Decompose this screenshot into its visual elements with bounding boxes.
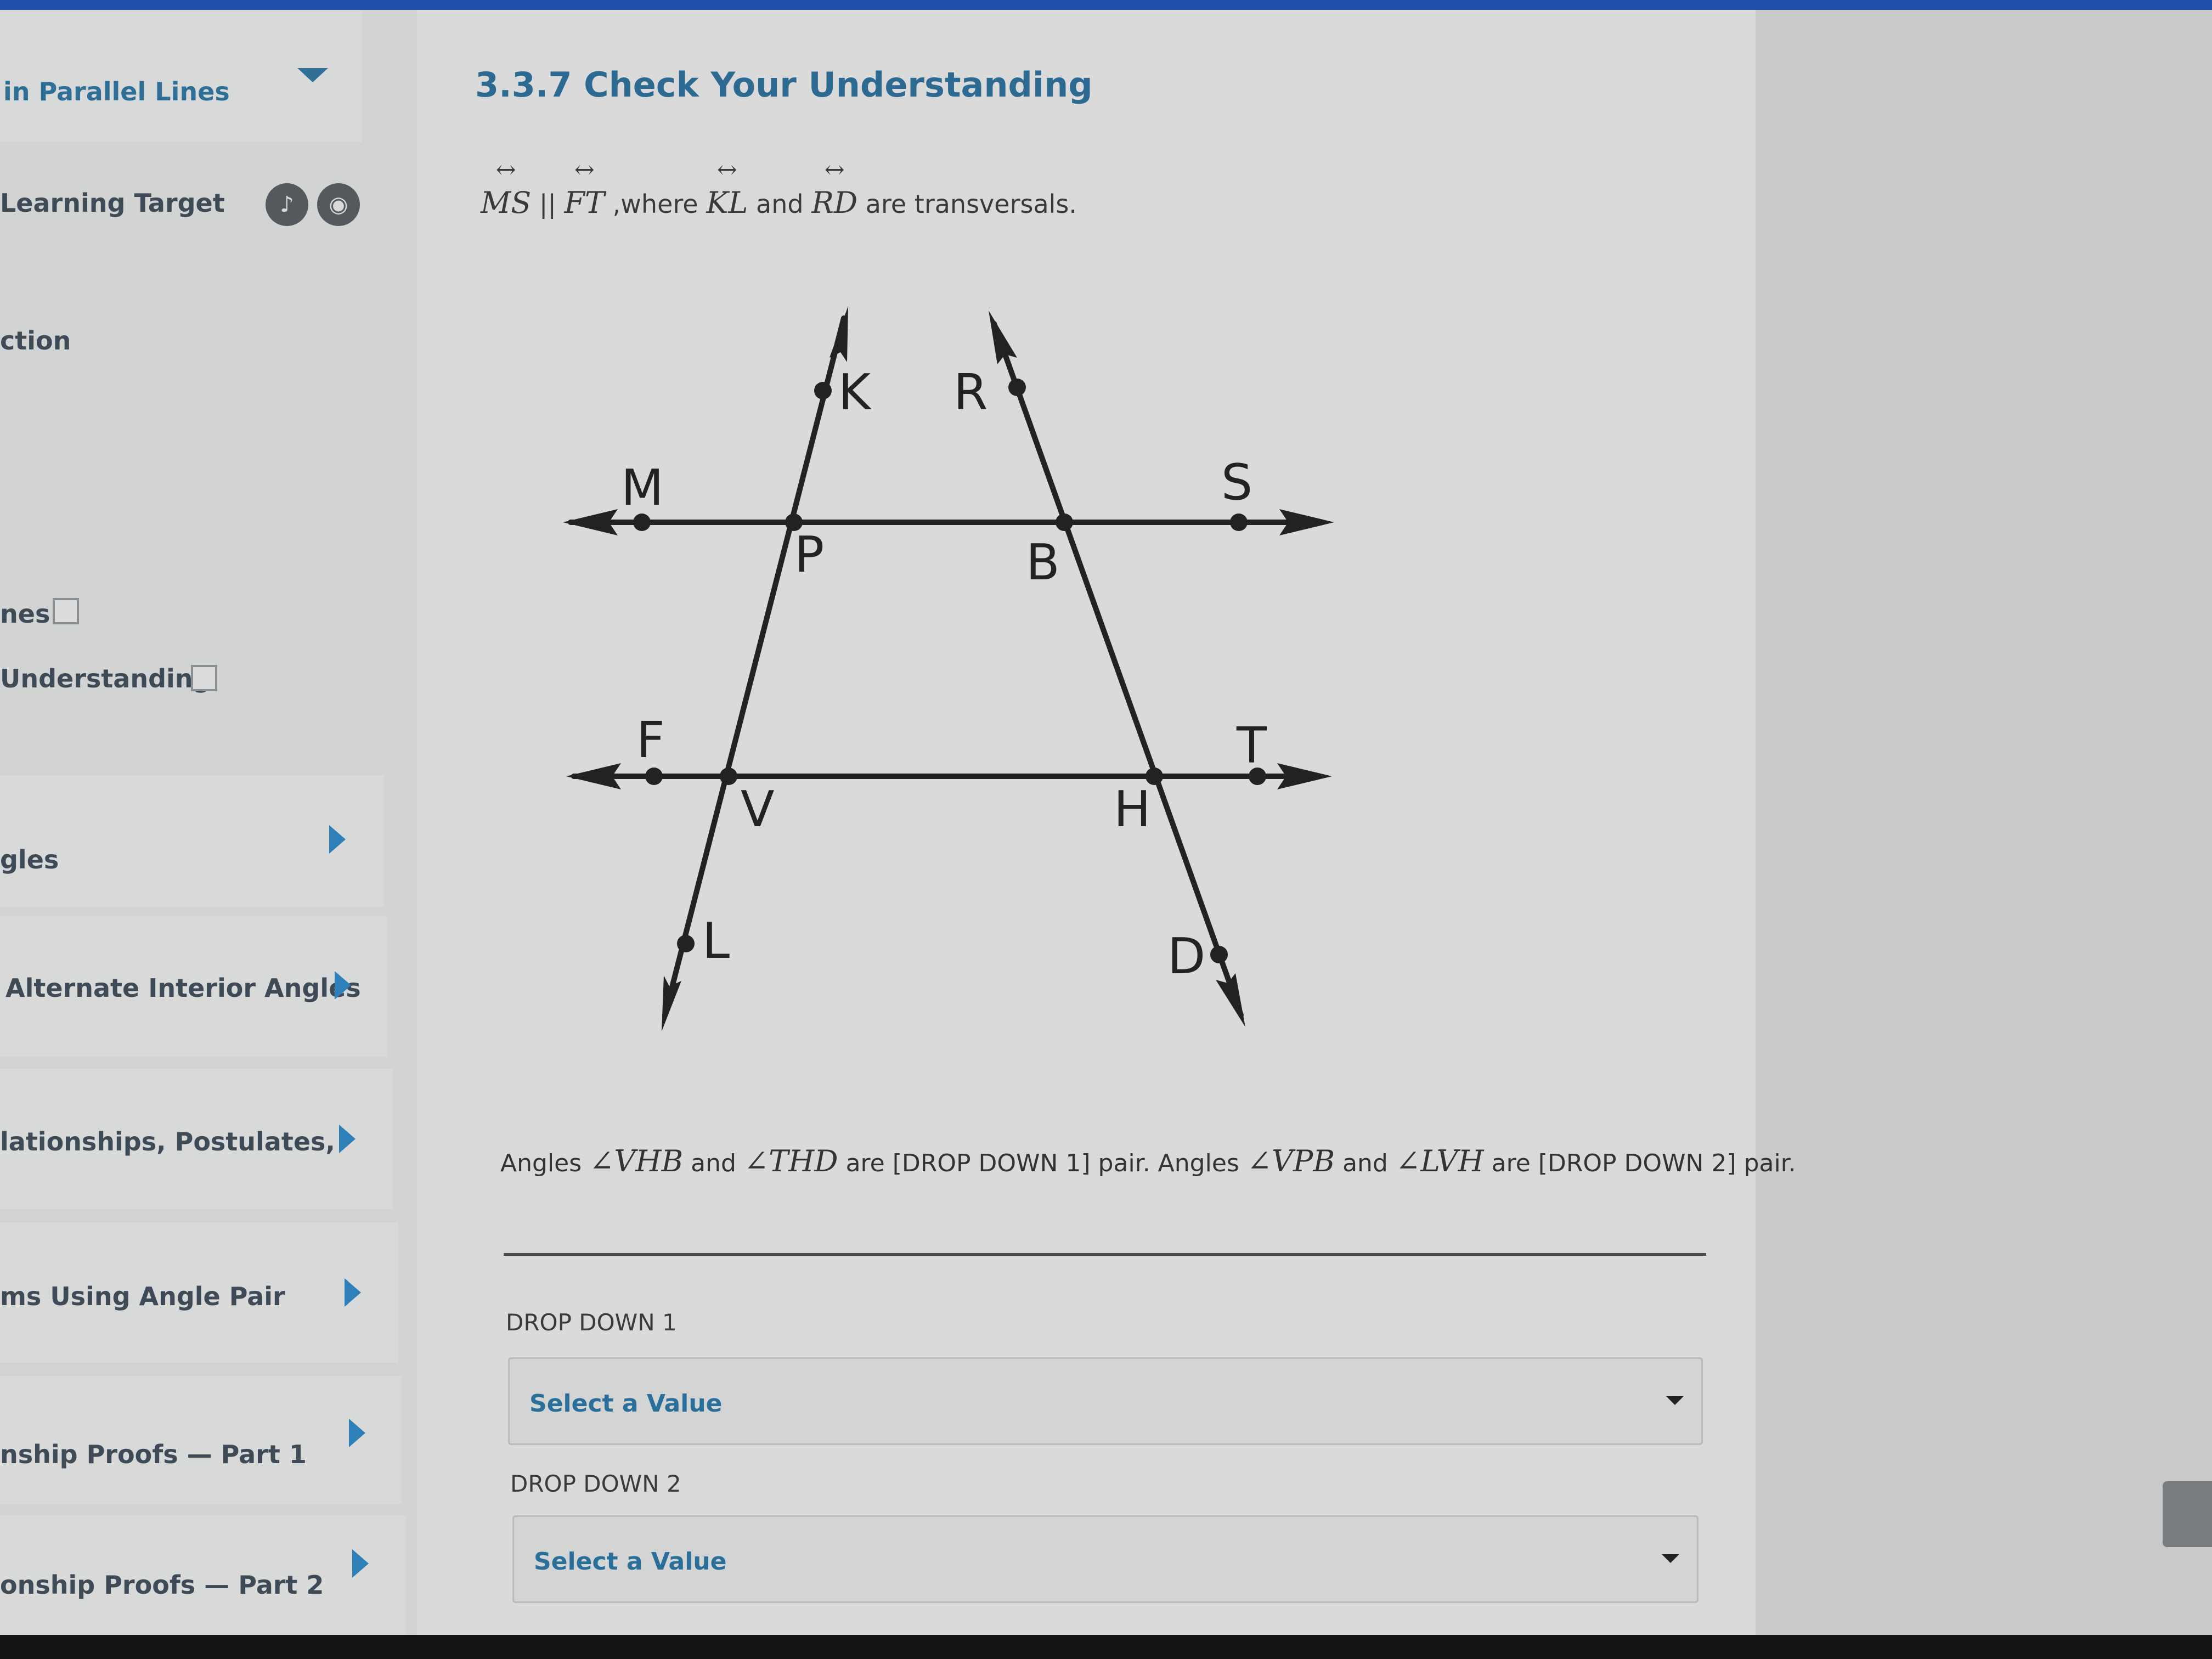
label-p: P — [794, 526, 824, 584]
label-h: H — [1114, 781, 1151, 838]
dropdown2-value: Select a Value — [534, 1548, 727, 1576]
label-r: R — [953, 364, 988, 421]
divider — [504, 1253, 1706, 1256]
dropdown1-label: DROP DOWN 1 — [506, 1309, 677, 1336]
angle-lvh: ∠LVH — [1395, 1144, 1484, 1178]
point-d — [1210, 946, 1228, 963]
caret-down-icon — [1662, 1554, 1679, 1563]
point-b — [1056, 514, 1073, 531]
dropdown2-label: DROP DOWN 2 — [510, 1470, 681, 1497]
label-v: V — [741, 781, 775, 838]
arrowhead-d — [1216, 973, 1245, 1027]
dropdown1-select[interactable]: Select a Value — [508, 1357, 1703, 1445]
question-part: are [DROP DOWN 1] pair. Angles — [838, 1149, 1247, 1177]
question-part: and — [683, 1149, 744, 1177]
label-s: S — [1221, 454, 1252, 511]
label-t: T — [1236, 717, 1267, 775]
question-part: and — [1335, 1149, 1396, 1177]
caret-down-icon — [1666, 1396, 1684, 1405]
question-text: Angles ∠VHB and ∠THD are [DROP DOWN 1] p… — [500, 1144, 1796, 1178]
line-kl-stroke — [662, 315, 847, 1018]
angle-vhb: ∠VHB — [589, 1144, 684, 1178]
angle-thd: ∠THD — [743, 1144, 838, 1178]
label-f: F — [636, 712, 665, 769]
point-v — [720, 768, 737, 785]
question-part: are [DROP DOWN 2] pair. — [1483, 1149, 1796, 1177]
label-m: M — [621, 459, 664, 517]
angle-vpb: ∠VPB — [1246, 1144, 1335, 1178]
label-d: D — [1167, 928, 1205, 985]
point-s — [1230, 514, 1248, 531]
point-r — [1008, 379, 1026, 396]
side-tab-button[interactable] — [2163, 1481, 2212, 1547]
arrowhead-k — [830, 306, 848, 362]
point-f — [645, 768, 663, 785]
taskbar — [0, 1635, 2212, 1659]
question-part: Angles — [500, 1149, 590, 1177]
point-l — [677, 935, 695, 952]
dropdown2-select[interactable]: Select a Value — [512, 1515, 1699, 1603]
line-rd-stroke — [991, 321, 1244, 1018]
point-k — [814, 382, 832, 399]
label-l: L — [702, 912, 730, 970]
dropdown1-value: Select a Value — [529, 1390, 723, 1418]
arrowhead-r — [989, 311, 1017, 364]
label-k: K — [838, 364, 872, 421]
label-b: B — [1026, 534, 1060, 591]
